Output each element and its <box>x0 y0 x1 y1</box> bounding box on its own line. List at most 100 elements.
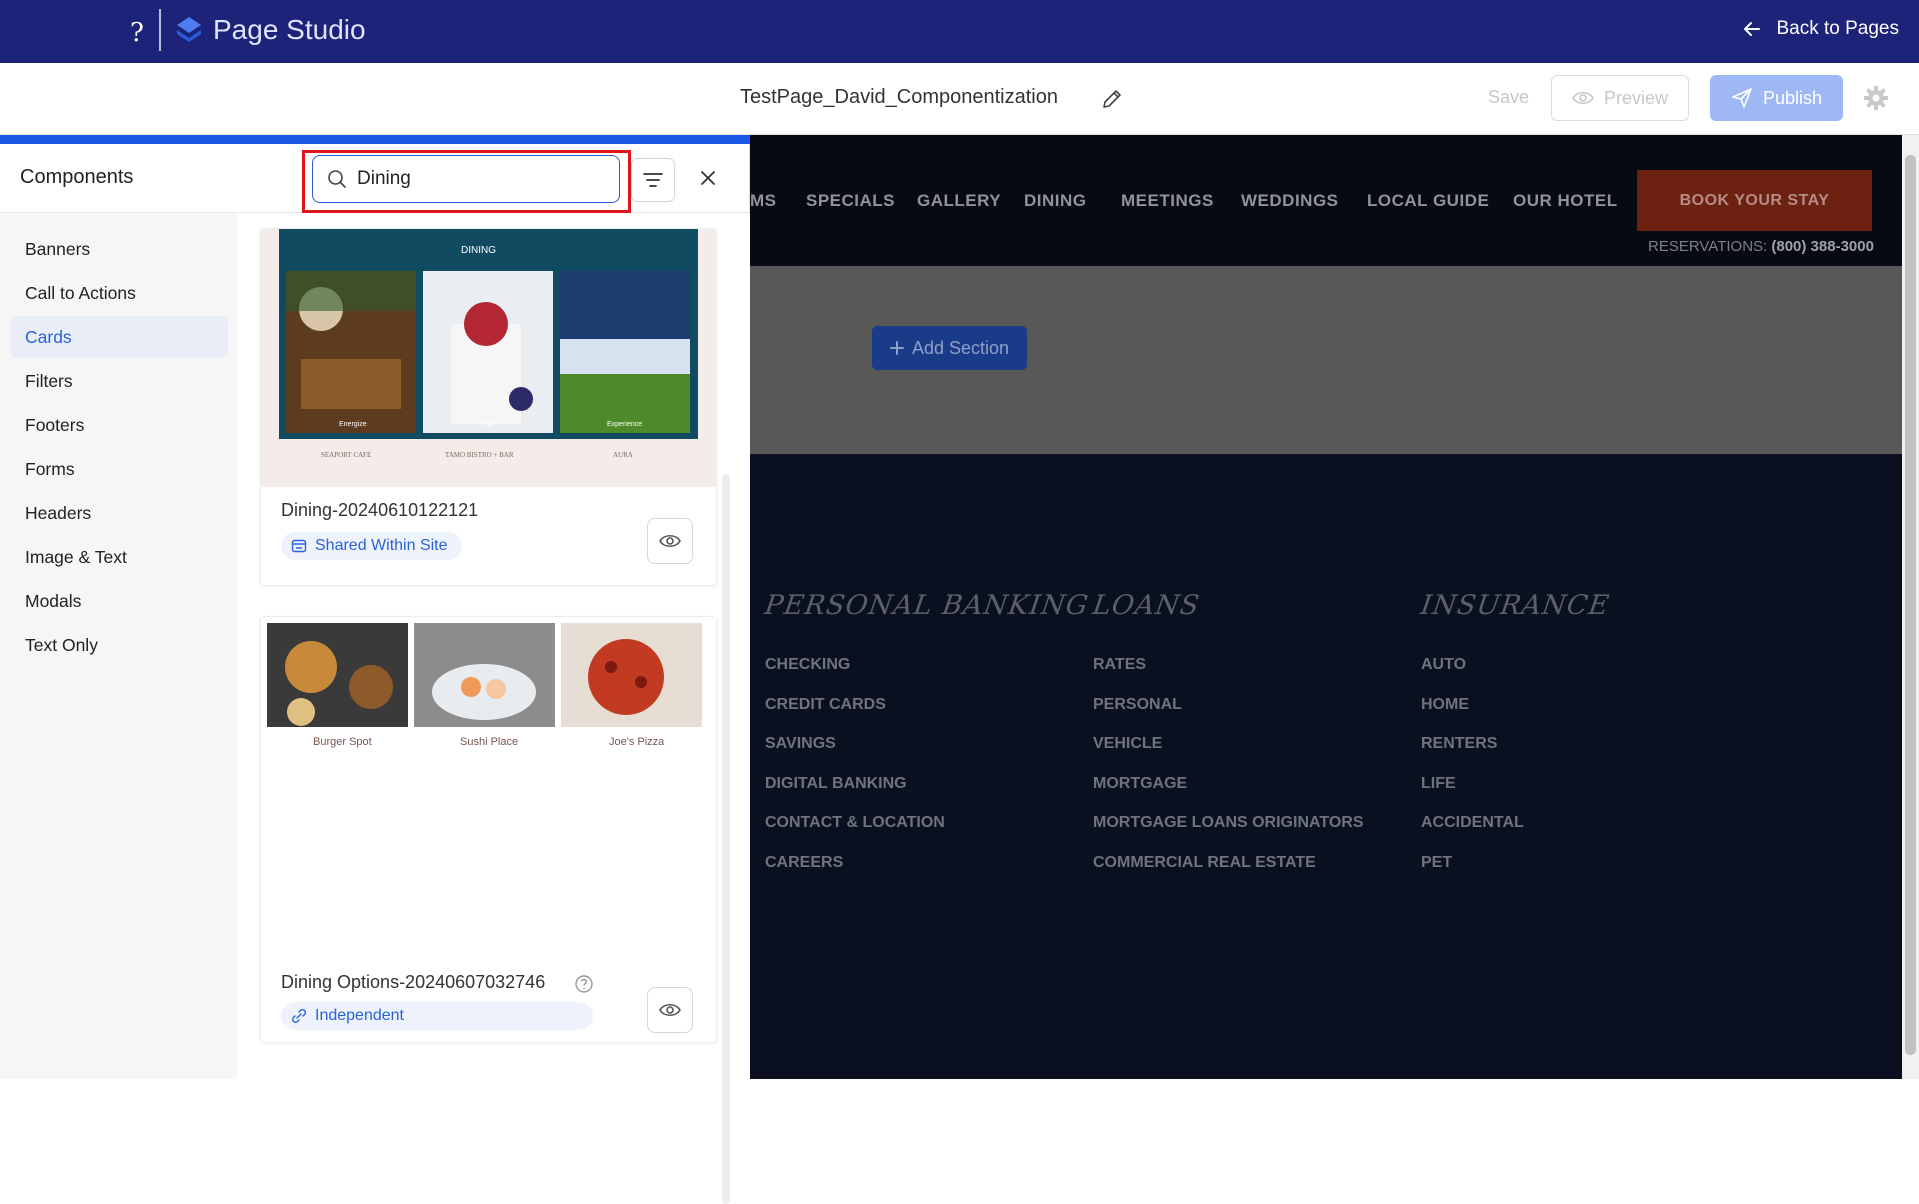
footer-link[interactable]: PERSONAL <box>1093 696 1364 736</box>
preview-component-button[interactable] <box>647 518 693 564</box>
footer-link[interactable]: PET <box>1421 854 1609 894</box>
close-icon <box>701 171 715 185</box>
status-badge-label: Shared Within Site <box>315 537 448 554</box>
page-studio-logo-icon <box>177 17 201 42</box>
footer-link[interactable]: CHECKING <box>765 656 1088 696</box>
editor-toolbar: TestPage_David_Componentization Save Pre… <box>0 63 1919 135</box>
plus-icon <box>889 341 904 355</box>
components-panel: Components Banners Call to Actions Cards… <box>0 144 750 1204</box>
category-text-only[interactable]: Text Only <box>10 624 228 666</box>
book-your-stay-button[interactable]: BOOK YOUR STAY <box>1637 170 1872 231</box>
publish-label: Publish <box>1762 87 1823 108</box>
preview-component-button[interactable] <box>647 987 693 1033</box>
filter-button[interactable] <box>631 158 675 202</box>
save-button[interactable]: Save <box>1488 87 1529 108</box>
pencil-icon[interactable] <box>1100 87 1124 111</box>
page-title: TestPage_David_Componentization <box>740 86 1058 108</box>
site-nav: MS SPECIALS GALLERY DINING MEETINGS WEDD… <box>750 135 1902 266</box>
help-icon[interactable] <box>574 974 594 994</box>
footer-link[interactable]: CONTACT & LOCATION <box>765 814 1088 854</box>
footer-heading: PERSONAL BANKING <box>762 590 1091 621</box>
footer-link[interactable]: AUTO <box>1421 656 1609 696</box>
results-scrollbar[interactable] <box>722 474 730 1204</box>
nav-item-our-hotel[interactable]: OUR HOTEL <box>1513 191 1618 211</box>
search-field[interactable] <box>312 155 620 203</box>
dining-thumbnail-image <box>261 229 716 487</box>
arrow-left-icon <box>1744 22 1761 36</box>
reservations-text: RESERVATIONS: (800) 388-3000 <box>1648 238 1874 255</box>
nav-item-gallery[interactable]: GALLERY <box>917 191 1001 211</box>
footer-link[interactable]: COMMERCIAL REAL ESTATE <box>1093 854 1364 894</box>
publish-button[interactable]: Publish <box>1710 75 1843 121</box>
nav-item-dining[interactable]: DINING <box>1024 191 1087 211</box>
footer-column-personal-banking: PERSONAL BANKING CHECKING CREDIT CARDS S… <box>762 590 1091 894</box>
thumbnail-overlay: Energize <box>339 421 367 428</box>
footer-link[interactable]: MORTGAGE LOANS ORIGINATORS <box>1093 814 1364 854</box>
search-icon <box>328 170 346 188</box>
thumbnail-caption: SEAPORT CAFE <box>321 451 372 459</box>
footer-column-loans: LOANS RATES PERSONAL VEHICLE MORTGAGE MO… <box>1090 590 1364 894</box>
category-headers[interactable]: Headers <box>10 492 228 534</box>
eye-icon <box>1572 91 1594 105</box>
component-name: Dining-20240610122121 <box>281 500 479 520</box>
component-card[interactable]: DINING Energize Eat Experience SEAPORT C… <box>260 228 717 586</box>
component-thumbnail: Burger Spot Sushi Place Joe's Pizza <box>261 617 716 962</box>
empty-section-area: Add Section <box>750 266 1902 454</box>
canvas-scrollbar[interactable] <box>1902 135 1919 1079</box>
footer-link[interactable]: ACCIDENTAL <box>1421 814 1609 854</box>
footer-link[interactable]: VEHICLE <box>1093 735 1364 775</box>
close-panel-button[interactable] <box>694 164 722 192</box>
component-card[interactable]: Burger Spot Sushi Place Joe's Pizza Dini… <box>260 616 717 1043</box>
panel-header: Components <box>0 144 750 213</box>
category-forms[interactable]: Forms <box>10 448 228 490</box>
category-image-text[interactable]: Image & Text <box>10 536 228 578</box>
brand-mark-icon[interactable]: ? <box>130 18 144 48</box>
gear-icon[interactable] <box>1863 85 1889 111</box>
footer-link[interactable]: LIFE <box>1421 775 1609 815</box>
category-list: Banners Call to Actions Cards Filters Fo… <box>0 214 237 1079</box>
thumbnail-heading: DINING <box>461 245 496 256</box>
thumbnail-overlay: Eat <box>483 421 494 428</box>
status-badge: Independent <box>281 1002 593 1030</box>
panel-title: Components <box>20 166 134 188</box>
nav-item[interactable]: MS <box>750 191 777 211</box>
nav-item-specials[interactable]: SPECIALS <box>806 191 895 211</box>
footer-link[interactable]: RATES <box>1093 656 1364 696</box>
eye-icon <box>659 534 681 548</box>
nav-item-weddings[interactable]: WEDDINGS <box>1241 191 1339 211</box>
category-filters[interactable]: Filters <box>10 360 228 402</box>
add-section-button[interactable]: Add Section <box>872 326 1027 370</box>
thumbnail-caption: AURA <box>613 451 633 459</box>
component-thumbnail: DINING Energize Eat Experience SEAPORT C… <box>261 229 716 487</box>
footer-link[interactable]: HOME <box>1421 696 1609 736</box>
footer-link[interactable]: RENTERS <box>1421 735 1609 775</box>
category-call-to-actions[interactable]: Call to Actions <box>10 272 228 314</box>
eye-icon <box>659 1003 681 1017</box>
nav-item-local-guide[interactable]: LOCAL GUIDE <box>1367 191 1489 211</box>
thumbnail-caption: TAMO BISTRO + BAR <box>445 451 514 459</box>
back-to-pages-link[interactable]: Back to Pages <box>1742 18 1899 40</box>
footer-heading: LOANS <box>1090 590 1202 621</box>
add-section-label: Add Section <box>911 337 1010 358</box>
footer-link[interactable]: DIGITAL BANKING <box>765 775 1088 815</box>
status-badge: Shared Within Site <box>281 532 462 560</box>
app-title: Page Studio <box>213 14 366 45</box>
category-footers[interactable]: Footers <box>10 404 228 446</box>
divider <box>159 9 161 51</box>
filter-icon <box>643 173 663 187</box>
footer-link[interactable]: MORTGAGE <box>1093 775 1364 815</box>
thumbnail-caption: Sushi Place <box>460 736 519 748</box>
thumbnail-overlay: Experience <box>607 421 643 428</box>
footer-link[interactable]: CAREERS <box>765 854 1088 894</box>
footer-link[interactable]: CREDIT CARDS <box>765 696 1088 736</box>
back-to-pages-label: Back to Pages <box>1776 18 1899 39</box>
category-cards[interactable]: Cards <box>10 316 228 358</box>
search-input[interactable] <box>357 168 597 190</box>
component-name: Dining Options-20240607032746 <box>281 972 546 992</box>
category-modals[interactable]: Modals <box>10 580 228 622</box>
category-banners[interactable]: Banners <box>10 228 228 270</box>
scrollbar-thumb[interactable] <box>1905 155 1916 1055</box>
footer-link[interactable]: SAVINGS <box>765 735 1088 775</box>
preview-button[interactable]: Preview <box>1551 75 1689 121</box>
nav-item-meetings[interactable]: MEETINGS <box>1121 191 1214 211</box>
